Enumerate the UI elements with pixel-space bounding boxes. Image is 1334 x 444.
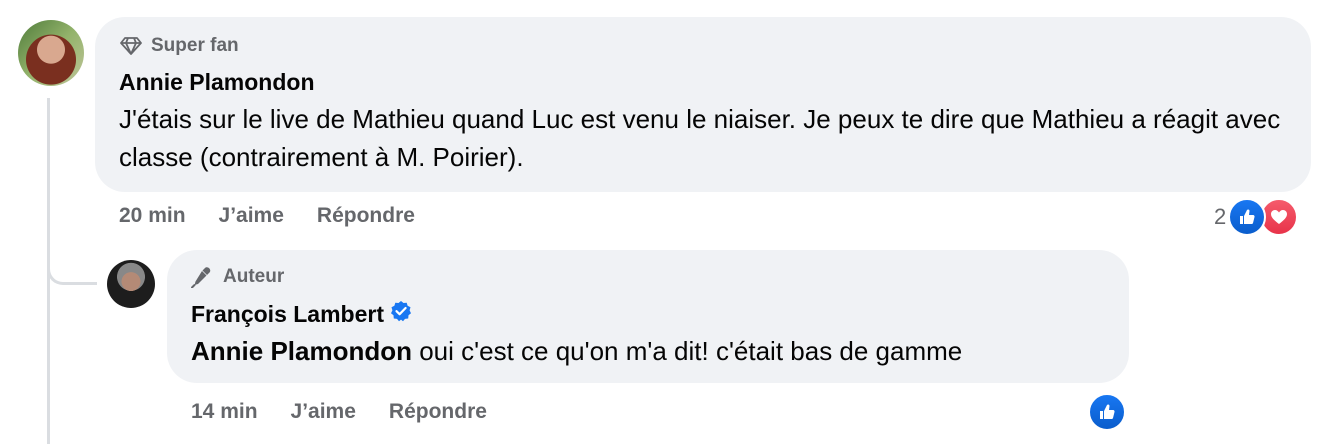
like-icon [1088,393,1126,431]
author-badge: Auteur [191,264,1105,290]
reply-text-body: oui c'est ce qu'on m'a dit! c'était bas … [412,336,963,366]
badge-label: Super fan [151,35,239,56]
avatar[interactable] [18,20,84,86]
reply-button[interactable]: Répondre [389,400,487,424]
like-button[interactable]: J’aime [219,204,284,228]
reply-button[interactable]: Répondre [317,204,415,228]
timestamp[interactable]: 20 min [119,204,186,228]
microphone-icon [191,266,215,288]
reply-text: Annie Plamondon oui c'est ce qu'on m'a d… [191,332,1105,370]
author-name-text[interactable]: Annie Plamondon [119,69,315,96]
badge-label: Auteur [223,266,285,287]
reply-reaction-summary[interactable] [1088,393,1126,431]
comment-text: J'étais sur le live de Mathieu quand Luc… [119,104,1281,172]
reply-author-name-text[interactable]: François Lambert [191,301,384,328]
thread-connector [47,230,97,285]
timestamp[interactable]: 14 min [191,400,258,424]
super-fan-badge: Super fan [119,33,1287,59]
reaction-count[interactable]: 2 [1214,204,1226,230]
mention-link[interactable]: Annie Plamondon [191,336,412,366]
comment-actions: 20 min J’aime Répondre [119,204,448,228]
reply-author-name[interactable]: François Lambert [191,300,1105,328]
reply-bubble: Auteur François Lambert Annie Plamondon … [167,250,1129,383]
like-icon [1228,198,1267,236]
like-button[interactable]: J’aime [291,400,356,424]
reply-actions: 14 min J’aime Répondre [191,400,520,424]
verified-badge-icon [390,300,412,328]
reply-avatar[interactable] [107,260,155,308]
reaction-summary[interactable]: 2 [1214,198,1299,236]
comment-bubble: Super fan Annie Plamondon J'étais sur le… [95,17,1311,192]
author-name[interactable]: Annie Plamondon [119,69,1287,96]
diamond-icon [119,36,143,56]
